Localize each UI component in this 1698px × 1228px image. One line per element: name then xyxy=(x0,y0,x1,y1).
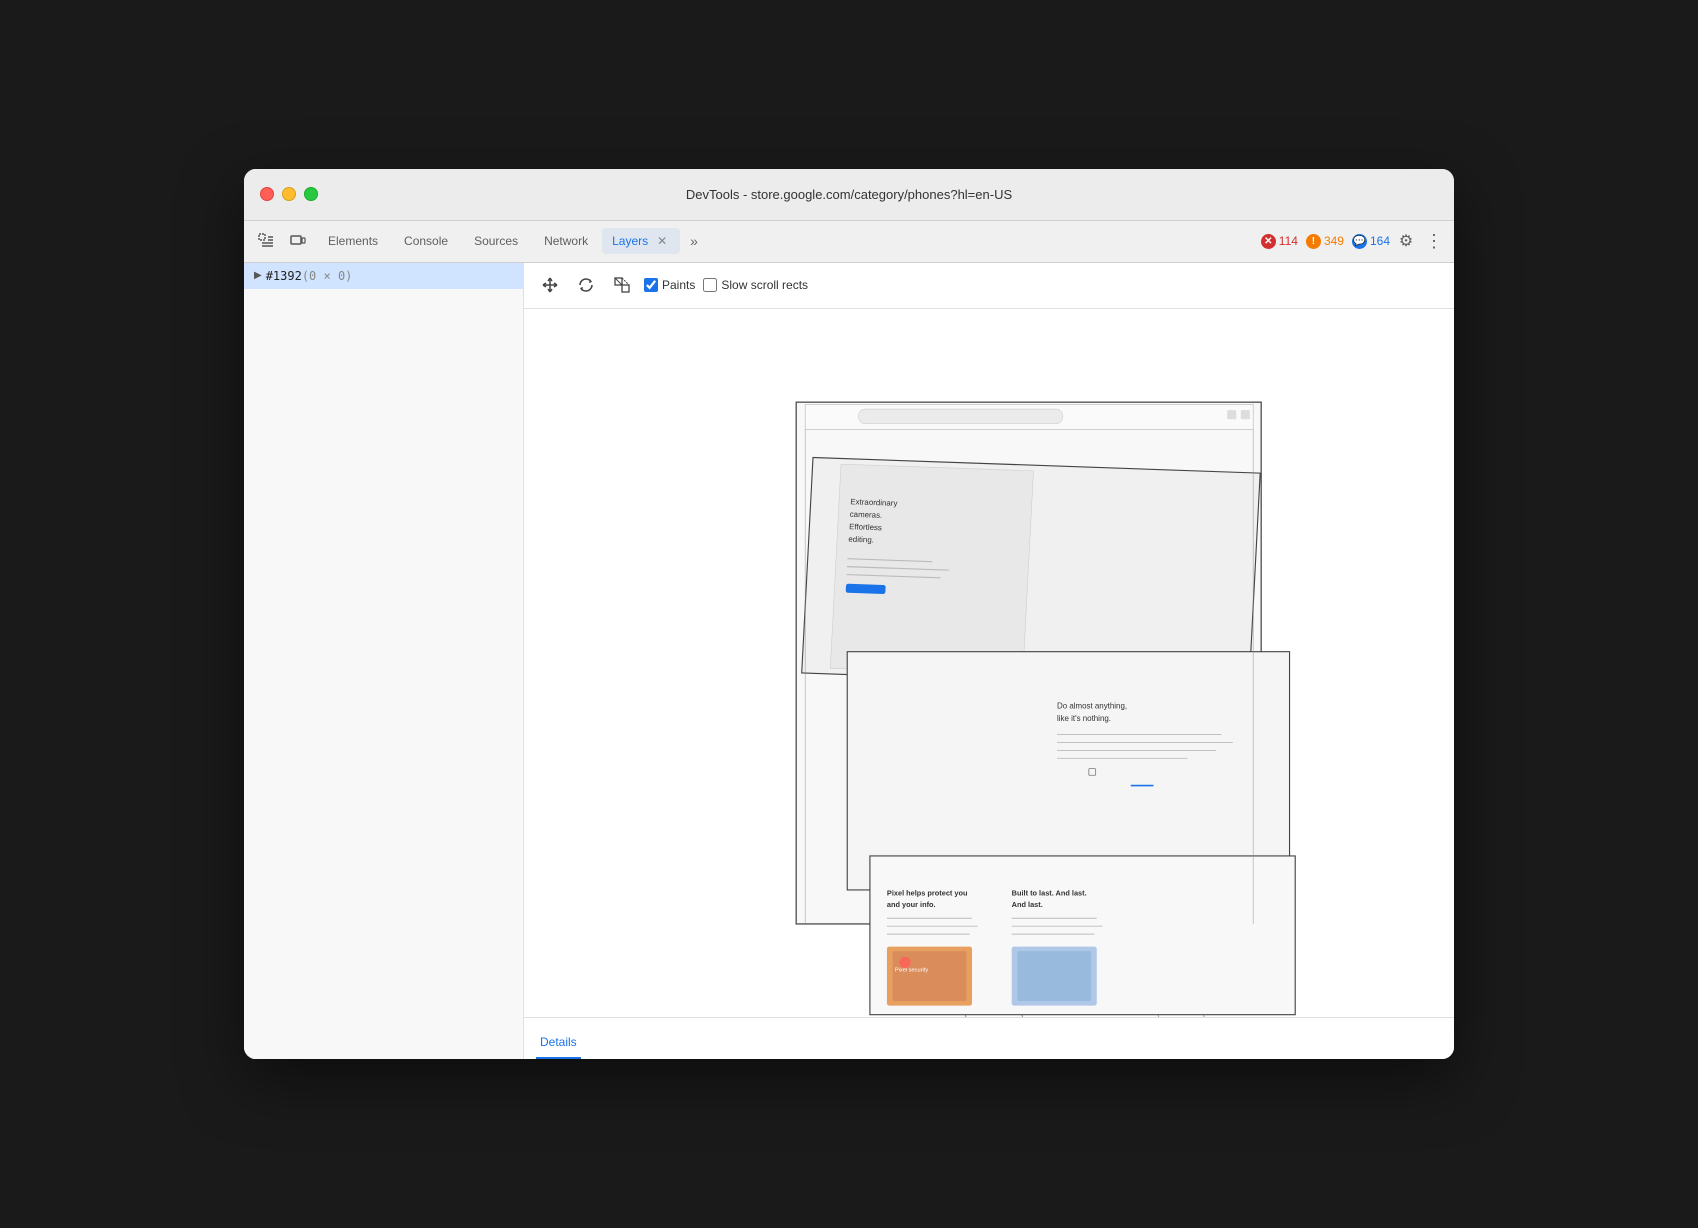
warning-badge[interactable]: ! 349 xyxy=(1306,234,1344,249)
main-panel: Paints Slow scroll rects xyxy=(524,263,1454,1059)
details-bar: Details xyxy=(524,1017,1454,1059)
error-badge[interactable]: ✕ 114 xyxy=(1261,234,1298,249)
pan-tool-button[interactable] xyxy=(536,271,564,299)
inspect-element-icon[interactable] xyxy=(252,227,280,255)
close-button[interactable] xyxy=(260,187,274,201)
warning-count: 349 xyxy=(1324,234,1344,248)
tab-layers-label: Layers xyxy=(612,234,648,248)
title-bar: DevTools - store.google.com/category/pho… xyxy=(244,169,1454,221)
info-icon: 💬 xyxy=(1352,234,1367,249)
more-options-button[interactable]: ⋮ xyxy=(1422,227,1446,255)
svg-text:editing.: editing. xyxy=(848,535,874,545)
paints-checkbox[interactable] xyxy=(644,278,658,292)
tab-network[interactable]: Network xyxy=(532,228,600,254)
layers-sidebar: ▶ #1392 (0 × 0) xyxy=(244,263,524,1059)
layers-toolbar: Paints Slow scroll rects xyxy=(524,263,1454,309)
svg-text:Built to last. And last.: Built to last. And last. xyxy=(1012,889,1087,898)
device-toolbar-icon[interactable] xyxy=(284,227,312,255)
badge-group: ✕ 114 ! 349 💬 164 xyxy=(1261,234,1390,249)
svg-text:like it's nothing.: like it's nothing. xyxy=(1057,714,1111,723)
svg-text:Pixel helps protect you: Pixel helps protect you xyxy=(887,889,968,898)
tab-close-icon[interactable]: ✕ xyxy=(654,233,670,249)
svg-text:Effortless: Effortless xyxy=(849,522,882,532)
details-tab[interactable]: Details xyxy=(536,1035,581,1059)
tab-sources[interactable]: Sources xyxy=(462,228,530,254)
svg-text:Pixel security: Pixel security xyxy=(895,967,928,973)
minimize-button[interactable] xyxy=(282,187,296,201)
tab-more-button[interactable]: » xyxy=(682,229,706,253)
svg-text:Extraordinary: Extraordinary xyxy=(850,497,898,508)
info-badge[interactable]: 💬 164 xyxy=(1352,234,1390,249)
devtools-window: DevTools - store.google.com/category/pho… xyxy=(244,169,1454,1059)
svg-text:and your info.: and your info. xyxy=(887,900,936,909)
warning-icon: ! xyxy=(1306,234,1321,249)
tab-layers[interactable]: Layers ✕ xyxy=(602,228,680,254)
tree-arrow-icon: ▶ xyxy=(254,270,262,281)
rotate-tool-button[interactable] xyxy=(572,271,600,299)
info-count: 164 xyxy=(1370,234,1390,248)
settings-button[interactable]: ⚙ xyxy=(1392,227,1420,255)
traffic-lights xyxy=(260,187,318,201)
layers-3d-visualization: Extraordinary cameras. Effortless editin… xyxy=(524,309,1454,1017)
reset-tool-button[interactable] xyxy=(608,271,636,299)
paints-label: Paints xyxy=(662,278,695,292)
content-area: ▶ #1392 (0 × 0) xyxy=(244,263,1454,1059)
svg-text:Do almost anything,: Do almost anything, xyxy=(1057,701,1127,710)
maximize-button[interactable] xyxy=(304,187,318,201)
tab-console[interactable]: Console xyxy=(392,228,460,254)
slow-scroll-checkbox[interactable] xyxy=(703,278,717,292)
svg-text:cameras.: cameras. xyxy=(849,510,882,520)
slow-scroll-checkbox-group[interactable]: Slow scroll rects xyxy=(703,278,808,292)
window-title: DevTools - store.google.com/category/pho… xyxy=(686,187,1012,202)
layers-canvas[interactable]: Extraordinary cameras. Effortless editin… xyxy=(524,309,1454,1017)
node-id: #1392 xyxy=(266,269,302,283)
tab-elements[interactable]: Elements xyxy=(316,228,390,254)
tab-bar: Elements Console Sources Network Layers … xyxy=(244,221,1454,263)
paints-checkbox-group[interactable]: Paints xyxy=(644,278,695,292)
node-dims: (0 × 0) xyxy=(302,269,353,283)
slow-scroll-label: Slow scroll rects xyxy=(721,278,808,292)
sidebar-item-1392[interactable]: ▶ #1392 (0 × 0) xyxy=(244,263,523,289)
error-count: 114 xyxy=(1279,234,1298,248)
error-icon: ✕ xyxy=(1261,234,1276,249)
svg-text:And last.: And last. xyxy=(1012,900,1043,909)
